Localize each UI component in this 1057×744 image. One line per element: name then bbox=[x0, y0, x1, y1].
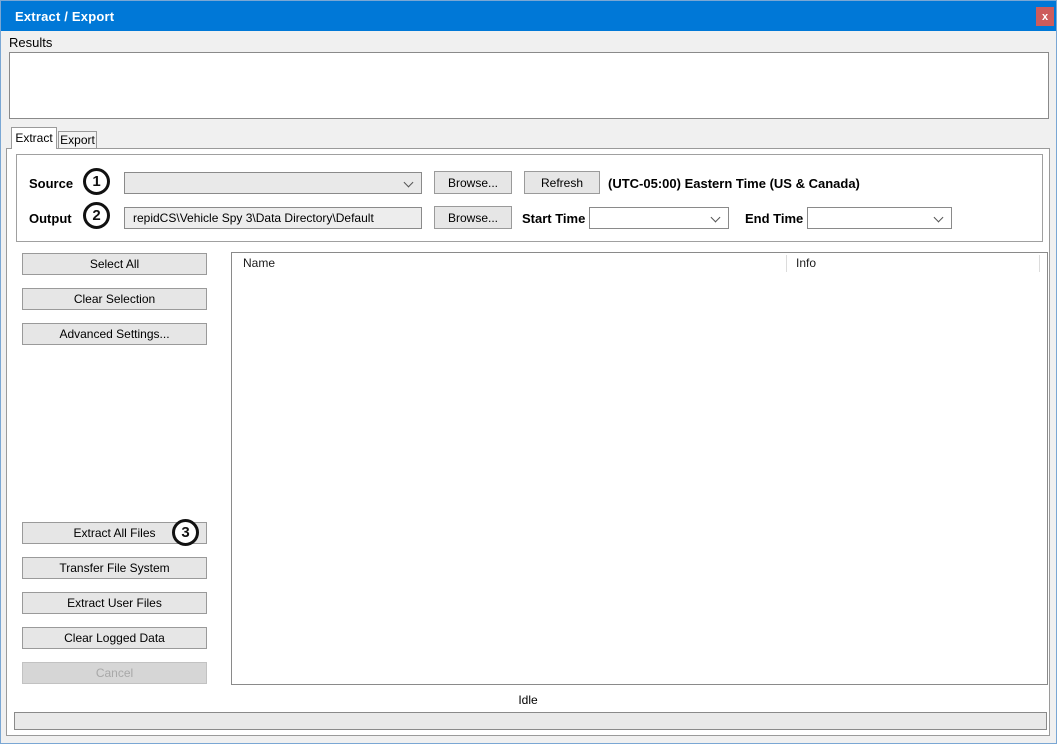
advanced-settings-button[interactable]: Advanced Settings... bbox=[22, 323, 207, 345]
end-time-dropdown[interactable] bbox=[807, 207, 952, 229]
results-label: Results bbox=[9, 35, 52, 50]
window-bottom-edge bbox=[1, 736, 1057, 744]
extract-user-files-button[interactable]: Extract User Files bbox=[22, 592, 207, 614]
tab-export[interactable]: Export bbox=[58, 131, 97, 148]
source-dropdown[interactable] bbox=[124, 172, 422, 194]
chevron-down-icon bbox=[404, 178, 414, 188]
window-title: Extract / Export bbox=[15, 9, 114, 24]
clear-selection-button[interactable]: Clear Selection bbox=[22, 288, 207, 310]
annotation-step-1: 1 bbox=[83, 168, 110, 195]
transfer-file-system-button[interactable]: Transfer File System bbox=[22, 557, 207, 579]
file-list[interactable]: Name Info bbox=[231, 252, 1048, 685]
source-output-group: Source Browse... Refresh (UTC-05:00) Eas… bbox=[16, 154, 1043, 242]
extract-export-dialog: Extract / Export x Results Extract Expor… bbox=[0, 0, 1057, 744]
chevron-down-icon bbox=[711, 213, 721, 223]
output-label: Output bbox=[29, 211, 72, 226]
column-header-info[interactable]: Info bbox=[796, 256, 816, 270]
output-path-field[interactable]: repidCS\Vehicle Spy 3\Data Directory\Def… bbox=[124, 207, 422, 229]
end-time-label: End Time bbox=[745, 211, 803, 226]
titlebar[interactable]: Extract / Export x bbox=[1, 1, 1057, 31]
chevron-down-icon bbox=[934, 213, 944, 223]
annotation-step-2: 2 bbox=[83, 202, 110, 229]
source-label: Source bbox=[29, 176, 73, 191]
start-time-label: Start Time bbox=[522, 211, 585, 226]
output-browse-button[interactable]: Browse... bbox=[434, 206, 512, 229]
close-icon[interactable]: x bbox=[1036, 7, 1054, 26]
annotation-step-3: 3 bbox=[172, 519, 199, 546]
file-list-header[interactable]: Name Info bbox=[232, 253, 1047, 274]
column-header-name[interactable]: Name bbox=[243, 256, 275, 270]
status-text: Idle bbox=[7, 693, 1049, 707]
timezone-label: (UTC-05:00) Eastern Time (US & Canada) bbox=[608, 176, 860, 191]
results-output-box[interactable] bbox=[9, 52, 1049, 119]
cancel-button[interactable]: Cancel bbox=[22, 662, 207, 684]
start-time-dropdown[interactable] bbox=[589, 207, 729, 229]
column-divider[interactable] bbox=[786, 255, 787, 272]
column-divider[interactable] bbox=[1039, 255, 1040, 272]
clear-logged-data-button[interactable]: Clear Logged Data bbox=[22, 627, 207, 649]
refresh-button[interactable]: Refresh bbox=[524, 171, 600, 194]
extract-tab-page: Source Browse... Refresh (UTC-05:00) Eas… bbox=[6, 148, 1050, 736]
tab-extract[interactable]: Extract bbox=[11, 127, 57, 149]
source-browse-button[interactable]: Browse... bbox=[434, 171, 512, 194]
select-all-button[interactable]: Select All bbox=[22, 253, 207, 275]
progress-bar bbox=[14, 712, 1047, 730]
